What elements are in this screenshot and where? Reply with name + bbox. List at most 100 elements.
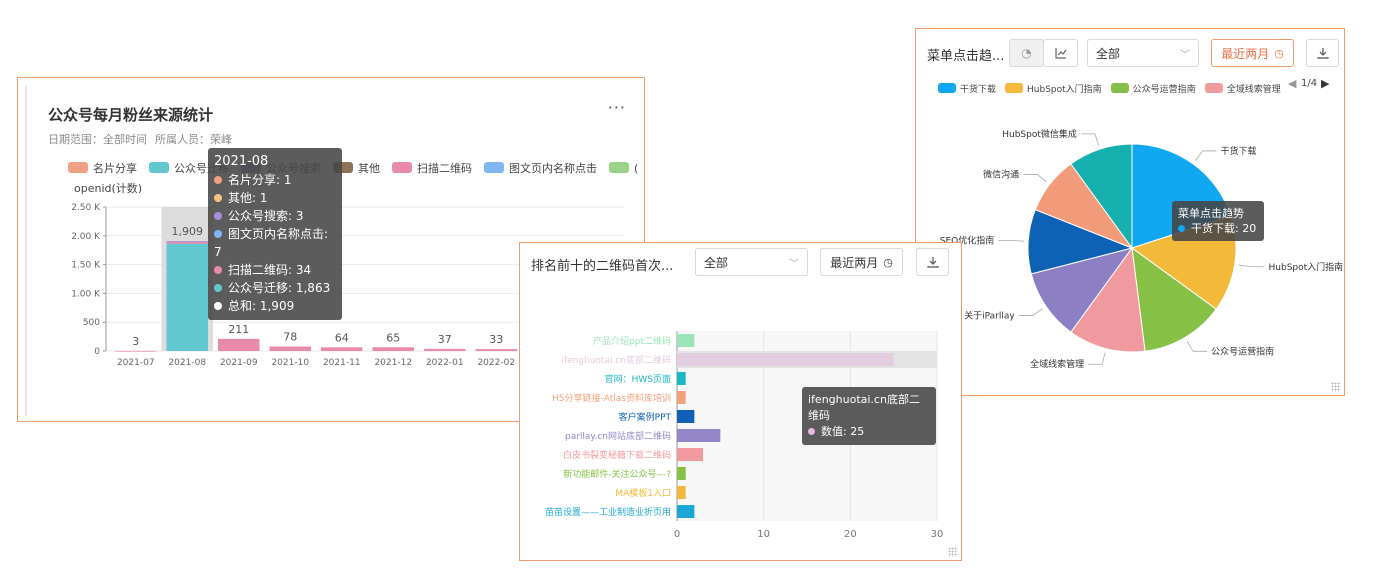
label-leader xyxy=(1195,150,1217,161)
category-label: H5分享链接-Atlas资料库培训 xyxy=(552,392,671,404)
slice-label: HubSpot入门指南 xyxy=(1269,261,1344,273)
legend-label: 全域线索管理 xyxy=(1226,84,1281,95)
top-qrcode-card: 排名前十的二维码首次... 全部 ﹀ 最近两月 ◷ 0 10 20 30 产品介绍ppt… xyxy=(519,242,962,561)
bar xyxy=(677,334,695,347)
select-value: 全部 xyxy=(704,255,729,270)
legend-swatch xyxy=(938,83,956,93)
bar-total-label: 1,909 xyxy=(172,225,204,238)
category-label: 白皮书裂变秘籍下载二维码 xyxy=(563,449,671,461)
card-title: 公众号每月粉丝来源统计 xyxy=(48,106,214,124)
legend-swatch xyxy=(333,162,353,173)
slice-label: 关于iParllay xyxy=(964,309,1015,321)
date-range-button[interactable]: 最近两月 ◷ xyxy=(820,248,903,276)
x-tick-label: 2021-12 xyxy=(374,358,412,368)
menu-click-pie-chart: 干货下载HubSpot入门指南公众号运营指南全域线索管理关于iParllaySE… xyxy=(940,128,1344,370)
card-title: 排名前十的二维码首次... xyxy=(531,259,674,274)
x-tick-label: 2021-07 xyxy=(117,358,155,368)
x-tick-label: 10 xyxy=(757,529,770,540)
bar xyxy=(677,448,703,461)
filter-owner: 所属人员：荣峰 xyxy=(155,133,232,146)
legend-item[interactable]: 干货下载 xyxy=(938,82,996,95)
legend-item[interactable]: 公众号搜索 xyxy=(241,160,321,175)
legend-label: 扫描二维码 xyxy=(417,161,472,175)
legend-item[interactable]: 名片分享 xyxy=(68,160,137,175)
legend-item[interactable]: 其他 xyxy=(333,160,380,174)
x-tick-label: 20 xyxy=(844,529,857,540)
filter-select[interactable]: 全部 ﹀ xyxy=(1087,39,1199,67)
legend-swatch xyxy=(1204,83,1223,93)
label-leader xyxy=(1018,308,1043,316)
category-label: ifenghuotai.cn底部二维码 xyxy=(561,354,671,366)
x-tick-label: 2021-08 xyxy=(168,358,206,368)
category-label: 新功能邮件-关注公众号---? xyxy=(563,468,671,480)
legend-swatch xyxy=(68,162,88,173)
label-leader xyxy=(1088,352,1106,365)
resize-handle[interactable] xyxy=(1331,382,1341,392)
bar-segment xyxy=(166,243,208,351)
legend-item[interactable]: 图文页内名称点击 xyxy=(484,160,597,174)
slice-label: 微信沟通 xyxy=(983,168,1019,180)
x-tick-label: 30 xyxy=(931,529,944,540)
legend-prev-button[interactable]: ◀ xyxy=(1288,77,1296,90)
legend-item[interactable]: (空) xyxy=(609,160,638,174)
legend-item[interactable]: 全域线索管理 xyxy=(1204,82,1281,95)
bar xyxy=(677,372,686,385)
label-leader xyxy=(1186,340,1208,352)
more-menu-button[interactable]: ··· xyxy=(608,98,626,117)
download-icon xyxy=(926,257,939,268)
bar-total-label: 211 xyxy=(228,323,249,336)
slice-label: 干货下载 xyxy=(1221,145,1257,157)
bar-segment xyxy=(218,338,260,351)
bar-total-label: 78 xyxy=(283,331,297,344)
clock-icon: ◷ xyxy=(1274,46,1284,60)
slice-label: HubSpot微信集成 xyxy=(1002,128,1077,140)
download-button[interactable] xyxy=(1306,39,1339,67)
legend-item[interactable]: 公众号迁移 xyxy=(149,160,229,174)
download-icon xyxy=(1316,48,1329,59)
tooltip-row-label: 名片分享: 1 xyxy=(228,173,292,187)
pie-chart-icon: ◔ xyxy=(1021,46,1032,60)
y-tick-label: 500 xyxy=(83,318,100,328)
bar-segment xyxy=(475,349,517,351)
download-button[interactable] xyxy=(916,248,949,276)
chart-legend: 名片分享 公众号迁移 公众号搜索 其他 扫描二维码 图文页内名称点击 (空) xyxy=(68,158,638,174)
label-leader xyxy=(998,240,1025,242)
resize-handle[interactable] xyxy=(948,547,958,557)
bar-segment xyxy=(166,241,208,244)
bar-total-label: 33 xyxy=(489,333,503,346)
card-title: 菜单点击趋... xyxy=(927,49,1005,64)
bar xyxy=(677,353,894,366)
y-tick-label: 0 xyxy=(94,347,100,357)
bar xyxy=(677,410,695,423)
legend-swatch xyxy=(392,162,412,173)
legend-label: HubSpot入门指南 xyxy=(1027,84,1102,95)
x-tick-label: 2021-09 xyxy=(220,358,258,368)
filter-select[interactable]: 全部 ﹀ xyxy=(695,248,808,276)
bar-segment xyxy=(166,241,208,242)
category-label: 客户案例PPT xyxy=(619,411,672,423)
line-chart-toggle[interactable] xyxy=(1043,39,1078,67)
legend-item[interactable]: 公众号运营指南 xyxy=(1110,82,1196,95)
bar-segment xyxy=(321,347,363,351)
bar xyxy=(677,429,721,442)
legend-item[interactable]: HubSpot入门指南 xyxy=(1005,82,1102,95)
legend-pager: 1/4 xyxy=(1301,78,1318,89)
bar xyxy=(677,391,686,404)
x-tick-label: 2021-10 xyxy=(271,358,309,368)
category-label: MA模板1入口 xyxy=(615,487,671,499)
legend-label: 名片分享 xyxy=(93,161,137,175)
legend-next-button[interactable]: ▶ xyxy=(1321,77,1329,90)
pie-chart-toggle[interactable]: ◔ xyxy=(1009,39,1044,67)
date-range-label: 最近两月 xyxy=(1221,46,1270,61)
label-leader xyxy=(1238,264,1265,268)
bar-total-label: 3 xyxy=(132,335,139,348)
bar-segment xyxy=(372,347,414,351)
legend-item[interactable]: 扫描二维码 xyxy=(392,160,472,175)
label-leader xyxy=(1023,174,1047,183)
bar-segment xyxy=(424,348,466,351)
legend-label: 干货下载 xyxy=(960,84,997,95)
legend-label: 公众号搜索 xyxy=(266,161,321,175)
date-range-button[interactable]: 最近两月 ◷ xyxy=(1211,39,1294,67)
slice-label: 公众号运营指南 xyxy=(1211,345,1274,357)
x-tick-label: 2022-02 xyxy=(477,358,515,368)
